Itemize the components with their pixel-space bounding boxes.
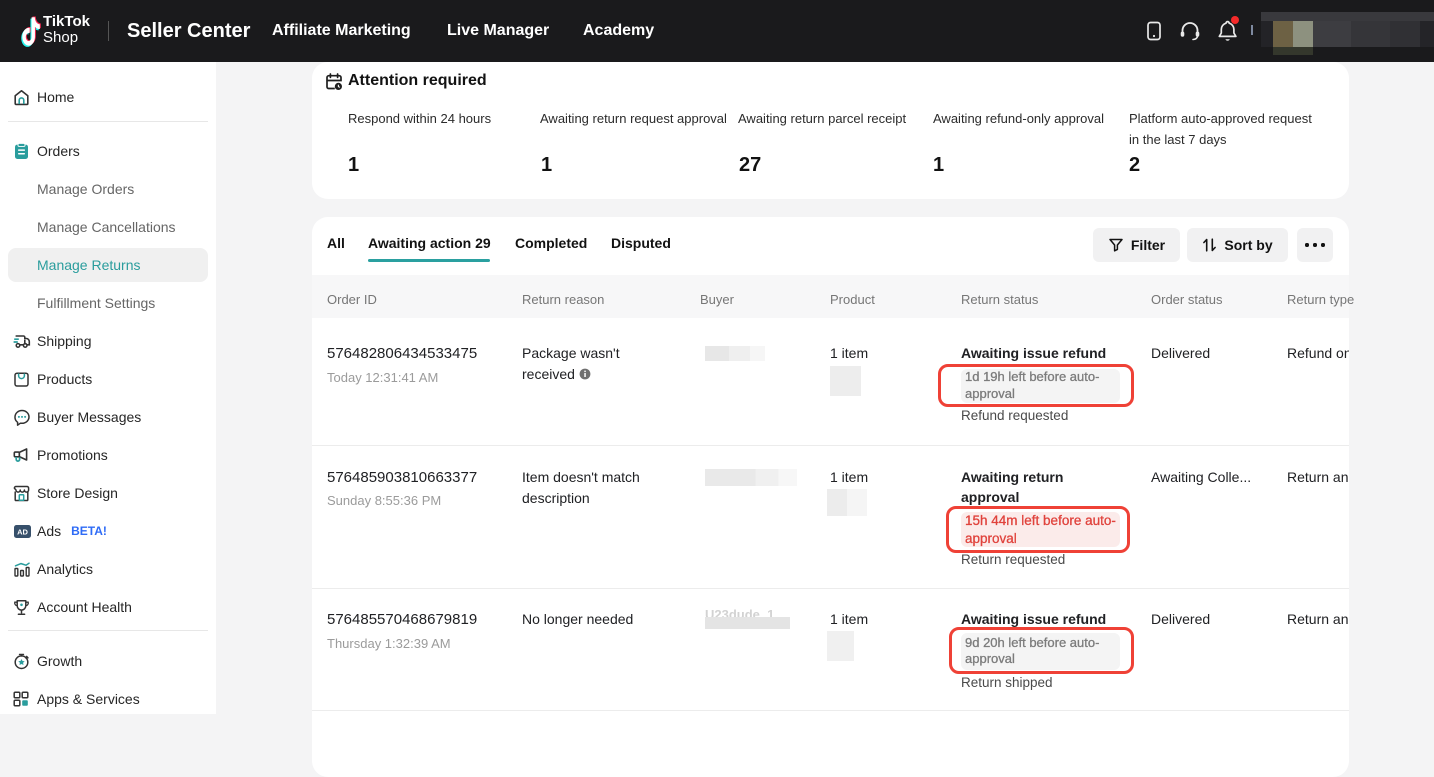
- svg-text:AD: AD: [17, 527, 28, 536]
